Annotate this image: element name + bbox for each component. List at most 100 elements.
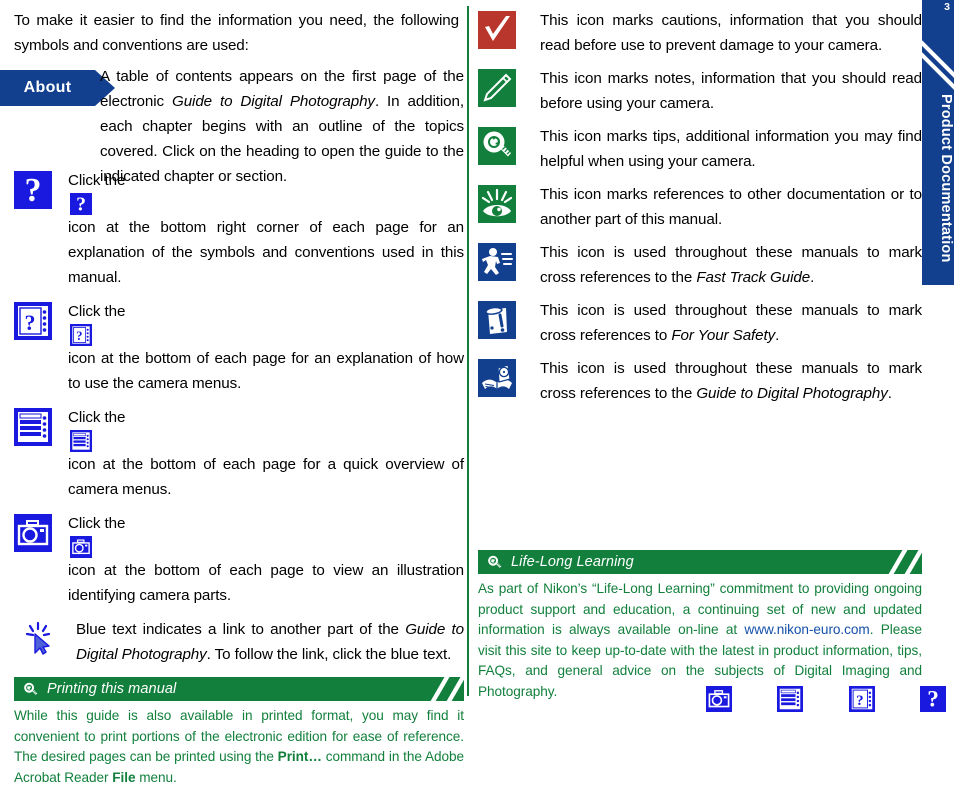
about-badge-label: About [23, 79, 72, 96]
menu-list-icon[interactable] [70, 430, 92, 452]
camera-icon[interactable] [14, 514, 52, 552]
bottom-navigation: ? ? [706, 685, 946, 713]
text-after: icon at the bottom of each page to view … [68, 562, 464, 604]
menu-help-icon[interactable]: ? [70, 324, 92, 346]
text-before: Click the [68, 172, 126, 189]
nikon-euro-link[interactable]: www.nikon-euro.com [744, 622, 869, 637]
list-item: ? Click the ? icon at the bottom of each… [14, 299, 464, 396]
guide-book-icon [478, 359, 516, 397]
safety-warning-icon [478, 301, 516, 339]
icon-cell [14, 405, 68, 502]
menu-help-icon[interactable]: ? [14, 302, 52, 340]
icon-cell: ? [14, 299, 68, 396]
svg-text:?: ? [25, 172, 42, 209]
svg-text:?: ? [856, 693, 864, 709]
callout-life-long-learning: Life-Long Learning As part of Nikon’s “L… [478, 550, 922, 702]
list-item-text: Click the icon at the bottom of each pag… [68, 405, 464, 502]
callout-body: As part of Nikon’s “Life-Long Learning” … [478, 574, 922, 702]
icon-cell [478, 298, 540, 348]
menu-help-button[interactable]: ? [848, 686, 875, 712]
icon-cell [14, 617, 76, 667]
callout-bold-file: File [112, 769, 136, 785]
list-item: This icon marks notes, information that … [478, 66, 922, 116]
camera-icon[interactable] [70, 536, 92, 558]
svg-text:?: ? [76, 329, 82, 343]
text-b: . To follow the link, click the blue tex… [206, 646, 452, 663]
text-after: . [810, 269, 815, 286]
callout-title: Life-Long Learning [511, 554, 634, 570]
side-tab-product-documentation[interactable]: 3 Product Documentation [922, 0, 954, 285]
about-text-italic: Guide to Digital Photography [171, 93, 375, 110]
list-item: Click the icon at the bottom of each pag… [14, 405, 464, 502]
tip-bulb-icon [22, 681, 39, 698]
side-tab-label: Product Documentation [938, 93, 954, 263]
list-item: This icon marks references to other docu… [478, 182, 922, 232]
text-italic: Fast Track Guide [696, 269, 811, 286]
icon-cell [478, 182, 540, 232]
list-item: ? Click the ? icon at the bottom right c… [14, 168, 464, 290]
menu-overview-button[interactable] [777, 686, 804, 712]
text-after: icon at the bottom of each page for an e… [68, 350, 464, 392]
svg-text:?: ? [25, 310, 36, 335]
tip-bulb-icon [486, 554, 503, 571]
icon-cell [478, 240, 540, 290]
list-item-text: Click the ? icon at the bottom of each p… [68, 299, 464, 396]
text-a: Blue text indicates a link to another pa… [76, 621, 406, 638]
text-after: icon at the bottom of each page for a qu… [68, 456, 464, 498]
text-before: Click the [68, 409, 126, 426]
right-column: This icon marks cautions, information th… [478, 8, 922, 699]
help-question-icon[interactable]: ? [14, 171, 52, 209]
list-item: This icon is used throughout these manua… [478, 240, 922, 290]
list-item-text: This icon marks notes, information that … [540, 70, 922, 112]
list-item-text: Click the icon at the bottom of each pag… [68, 511, 464, 608]
tip-bulb-icon [478, 127, 516, 165]
text-before: Click the [68, 515, 126, 532]
help-question-icon[interactable]: ? [70, 193, 92, 215]
list-item-text: This icon marks tips, additional informa… [540, 128, 922, 170]
list-item-text: This icon marks cautions, information th… [540, 12, 922, 54]
symbols-help-button[interactable]: ? [919, 686, 946, 712]
callout-title: Printing this manual [47, 681, 177, 697]
about-section: About A table of contents appears on the… [0, 64, 464, 185]
text-italic: Guide to Digital Photography [696, 385, 888, 402]
fast-track-runner-icon [478, 243, 516, 281]
list-item: Blue text indicates a link to another pa… [14, 617, 464, 667]
list-item: This icon marks tips, additional informa… [478, 124, 922, 174]
list-item: This icon is used throughout these manua… [478, 356, 922, 406]
icon-cell [478, 356, 540, 406]
callout-header: Printing this manual [14, 677, 464, 701]
left-column: To make it easier to find the informatio… [0, 8, 464, 788]
icon-cell: ? [14, 168, 68, 290]
list-item-text: This icon marks references to other docu… [540, 186, 922, 228]
cursor-click-icon [25, 621, 51, 655]
icon-cell [478, 66, 540, 116]
callout-printing: Printing this manual While this guide is… [14, 677, 464, 788]
page-number: 3 [944, 1, 950, 13]
svg-text:?: ? [76, 193, 86, 215]
list-item-text: This icon is used throughout these manua… [540, 240, 922, 290]
note-pencil-icon [478, 69, 516, 107]
about-badge[interactable]: About [0, 70, 115, 106]
menu-list-icon[interactable] [14, 408, 52, 446]
list-item-text: Blue text indicates a link to another pa… [76, 617, 464, 667]
text-after: icon at the bottom right corner of each … [68, 219, 464, 286]
callout-text-c: menu. [135, 769, 177, 785]
svg-text:?: ? [927, 687, 939, 712]
list-item: This icon is used throughout these manua… [478, 298, 922, 348]
text-italic: For Your Safety [671, 327, 776, 344]
camera-parts-button[interactable] [706, 686, 732, 712]
text-before: Click the [68, 303, 126, 320]
callout-body: While this guide is also available in pr… [14, 701, 464, 788]
text-after: . [775, 327, 780, 344]
column-divider [467, 6, 469, 696]
callout-bold-print: Print… [277, 749, 322, 764]
list-item: Click the icon at the bottom of each pag… [14, 511, 464, 608]
icon-cell [478, 8, 540, 58]
text-after: . [887, 385, 892, 402]
list-item-text: Click the ? icon at the bottom right cor… [68, 168, 464, 290]
list-item-text: This icon is used throughout these manua… [540, 298, 922, 348]
list-item-text: This icon is used throughout these manua… [540, 356, 922, 406]
list-item: This icon marks cautions, information th… [478, 8, 922, 58]
caution-check-icon [478, 11, 516, 49]
icon-cell [14, 511, 68, 608]
